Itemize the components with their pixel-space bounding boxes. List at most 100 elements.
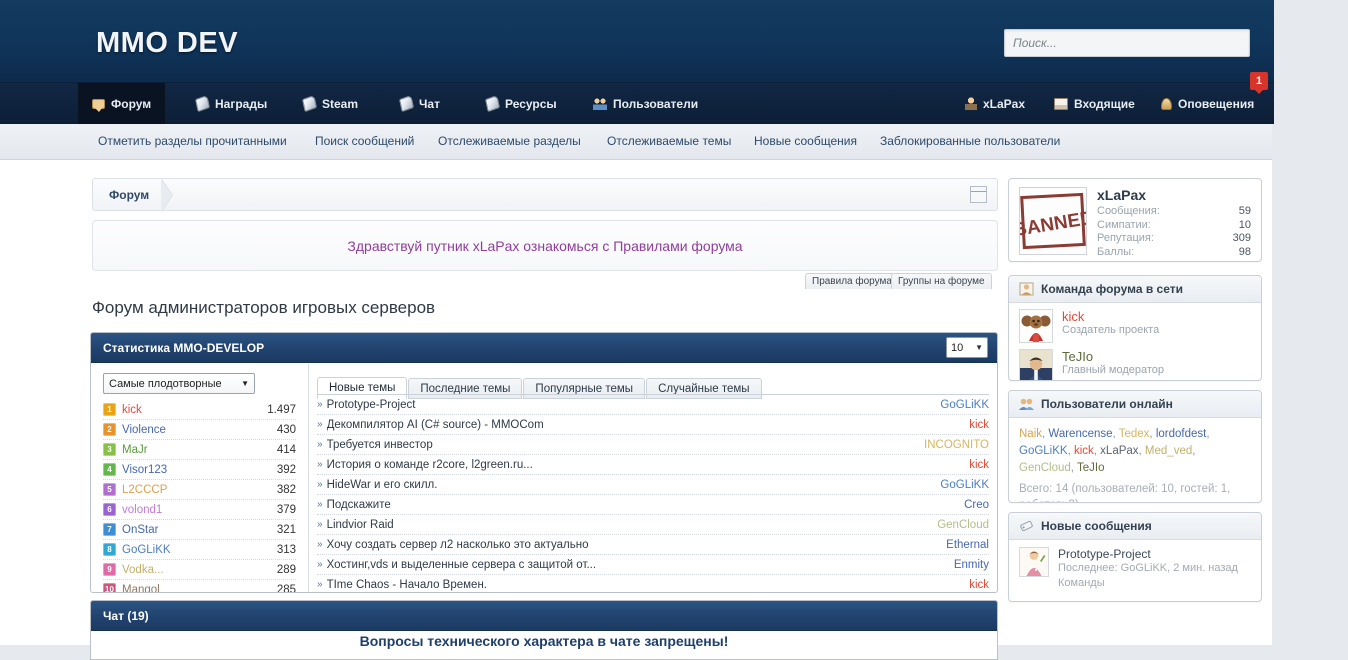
speech-bubble-icon [92, 98, 105, 112]
nav-item-steam[interactable]: Steam [289, 83, 372, 124]
topic-row[interactable]: » История о команде r2core, l2green.ru...… [317, 455, 989, 475]
nav-item-ресурсы[interactable]: Ресурсы [472, 83, 571, 124]
topic-row[interactable]: » Подскажите Creo [317, 495, 989, 515]
notice-link-groups[interactable]: Группы на форуме [891, 273, 992, 289]
top-user-name[interactable]: Visor123 [122, 464, 277, 476]
team-member-row[interactable]: TeJIo Главный модератор [1009, 343, 1261, 380]
top-user-row[interactable]: 6 volond1 379 [103, 500, 296, 520]
breadcrumb-item-forum[interactable]: Форум [109, 188, 149, 202]
nav-item-xlapax[interactable]: xLaPax [951, 83, 1039, 124]
notice-username[interactable]: xLaPax [473, 238, 520, 254]
subnav-item[interactable]: Отметить разделы прочитанными [98, 134, 287, 148]
topic-row[interactable]: » TIme Chaos - Начало Времен. kick [317, 575, 989, 592]
topic-row[interactable]: » Lindvior Raid GenCloud [317, 515, 989, 535]
banned-stamp-avatar[interactable]: BANNED [1019, 187, 1087, 255]
top-user-row[interactable]: 9 Vodka... 289 [103, 560, 296, 580]
topic-title[interactable]: Требуется инвестор [327, 439, 924, 451]
online-user-link[interactable]: GoGLiKK [1019, 445, 1068, 457]
notice-link-rules[interactable]: Правила форума [805, 273, 899, 289]
top-user-name[interactable]: Vodka... [122, 564, 277, 576]
top-user-row[interactable]: 5 L2CCCP 382 [103, 480, 296, 500]
subnav-item[interactable]: Поиск сообщений [315, 134, 414, 148]
nav-item-форум[interactable]: Форум [78, 83, 166, 124]
online-user-link[interactable]: GenCloud [1019, 462, 1071, 474]
subnav-item[interactable]: Отслеживаемые разделы [438, 134, 581, 148]
grid-view-icon[interactable] [970, 186, 987, 203]
top-user-name[interactable]: L2CCCP [122, 484, 277, 496]
topic-title[interactable]: TIme Chaos - Начало Времен. [327, 579, 970, 591]
cheburashka-avatar[interactable] [1019, 309, 1053, 343]
site-logo[interactable]: MMO DEV [96, 27, 238, 60]
topic-author[interactable]: INCOGNITO [924, 439, 989, 451]
subnav-item[interactable]: Отслеживаемые темы [607, 134, 731, 148]
topic-author[interactable]: GoGLiKK [940, 399, 989, 411]
profile-username[interactable]: xLaPax [1097, 187, 1251, 203]
top-user-name[interactable]: Mangol [122, 584, 277, 593]
online-user-link[interactable]: kick [1074, 445, 1094, 457]
topic-row[interactable]: » Требуется инвестор INCOGNITO [317, 435, 989, 455]
topic-author[interactable]: Creo [964, 499, 989, 511]
top-user-name[interactable]: OnStar [122, 524, 277, 536]
topic-author[interactable]: kick [969, 419, 989, 431]
topic-row[interactable]: » HideWar и его скилл. GoGLiKK [317, 475, 989, 495]
top-user-row[interactable]: 3 MaJr 414 [103, 440, 296, 460]
team-member-row[interactable]: kick Создатель проекта [1009, 303, 1261, 343]
online-user-link[interactable]: Med_ved [1145, 445, 1192, 457]
top-user-row[interactable]: 4 Visor123 392 [103, 460, 296, 480]
team-member-name[interactable]: kick [1062, 309, 1159, 324]
subnav-item[interactable]: Новые сообщения [754, 134, 857, 148]
online-user-link[interactable]: Tedex [1119, 428, 1150, 440]
new-messages-list: Prototype-Project Последнее: GoGLiKK, 2 м… [1009, 540, 1261, 591]
topic-row[interactable]: » Декомпилятор AI (C# source) - MMOCom kic… [317, 415, 989, 435]
new-message-title[interactable]: Prototype-Project [1058, 547, 1238, 561]
top-user-row[interactable]: 1 kick 1.497 [103, 400, 296, 420]
subnav-item[interactable]: Заблокированные пользователи [880, 134, 1060, 148]
notice-rules-link[interactable]: Правилами форума [613, 238, 742, 254]
topic-title[interactable]: Lindvior Raid [327, 519, 938, 531]
topic-author[interactable]: GoGLiKK [940, 479, 989, 491]
topic-row[interactable]: » Хостинг,vds и выделенные сервера с защи… [317, 555, 989, 575]
user-sort-select[interactable]: Самые плодотворные ▼ [103, 373, 255, 394]
new-message-row[interactable]: Prototype-Project Последнее: GoGLiKK, 2 м… [1009, 540, 1261, 591]
nav-item-чат[interactable]: Чат [386, 83, 454, 124]
online-user-link[interactable]: xLaPax [1100, 445, 1138, 457]
nav-item-входящие[interactable]: Входящие [1040, 83, 1149, 124]
topic-title[interactable]: Хостинг,vds и выделенные сервера с защит… [327, 559, 954, 571]
topic-title[interactable]: Подскажите [327, 499, 965, 511]
top-user-row[interactable]: 10 Mangol 285 [103, 580, 296, 593]
topic-title[interactable]: Хочу создать сервер л2 насколько это акт… [327, 539, 947, 551]
topic-title[interactable]: HideWar и его скилл. [327, 479, 941, 491]
online-user-link[interactable]: lordofdest [1156, 428, 1207, 440]
online-user-link[interactable]: TeJIo [1077, 462, 1105, 474]
topic-author[interactable]: GenCloud [937, 519, 989, 531]
topic-title[interactable]: Декомпилятор AI (C# source) - MMOCom [327, 419, 970, 431]
character-avatar[interactable] [1019, 547, 1049, 577]
nav-item-пользователи[interactable]: Пользователи [579, 83, 712, 124]
team-member-name[interactable]: TeJIo [1062, 349, 1164, 364]
top-user-row[interactable]: 7 OnStar 321 [103, 520, 296, 540]
topic-author[interactable]: kick [969, 459, 989, 471]
topic-author[interactable]: kick [969, 579, 989, 591]
topic-title[interactable]: История о команде r2core, l2green.ru... [327, 459, 970, 471]
online-user-link[interactable]: Naik [1019, 428, 1042, 440]
topic-title[interactable]: Prototype-Project [327, 399, 941, 411]
top-user-row[interactable]: 2 Violence 430 [103, 420, 296, 440]
statistics-count-select[interactable]: 10 ▼ [946, 337, 988, 358]
nav-item-награды[interactable]: Награды [182, 83, 281, 124]
chevron-down-icon: ▼ [975, 343, 983, 352]
topic-author[interactable]: Ethernal [946, 539, 989, 551]
top-user-name[interactable]: volond1 [122, 504, 277, 516]
top-user-name[interactable]: MaJr [122, 444, 277, 456]
photo-avatar[interactable] [1019, 349, 1053, 380]
topic-row[interactable]: » Хочу создать сервер л2 насколько это ак… [317, 535, 989, 555]
topic-author[interactable]: Enmity [954, 559, 989, 571]
top-user-name[interactable]: kick [122, 404, 267, 416]
top-user-row[interactable]: 8 GoGLiKK 313 [103, 540, 296, 560]
notification-badge[interactable]: 1 [1250, 72, 1268, 94]
topic-row[interactable]: » Prototype-Project GoGLiKK [317, 395, 989, 415]
top-user-name[interactable]: GoGLiKK [122, 544, 277, 556]
top-user-name[interactable]: Violence [122, 424, 277, 436]
online-user-names: Naik, Warencense, Tedex, lordofdest, GoG… [1019, 426, 1251, 477]
online-user-link[interactable]: Warencense [1048, 428, 1112, 440]
search-input[interactable] [1004, 29, 1250, 57]
